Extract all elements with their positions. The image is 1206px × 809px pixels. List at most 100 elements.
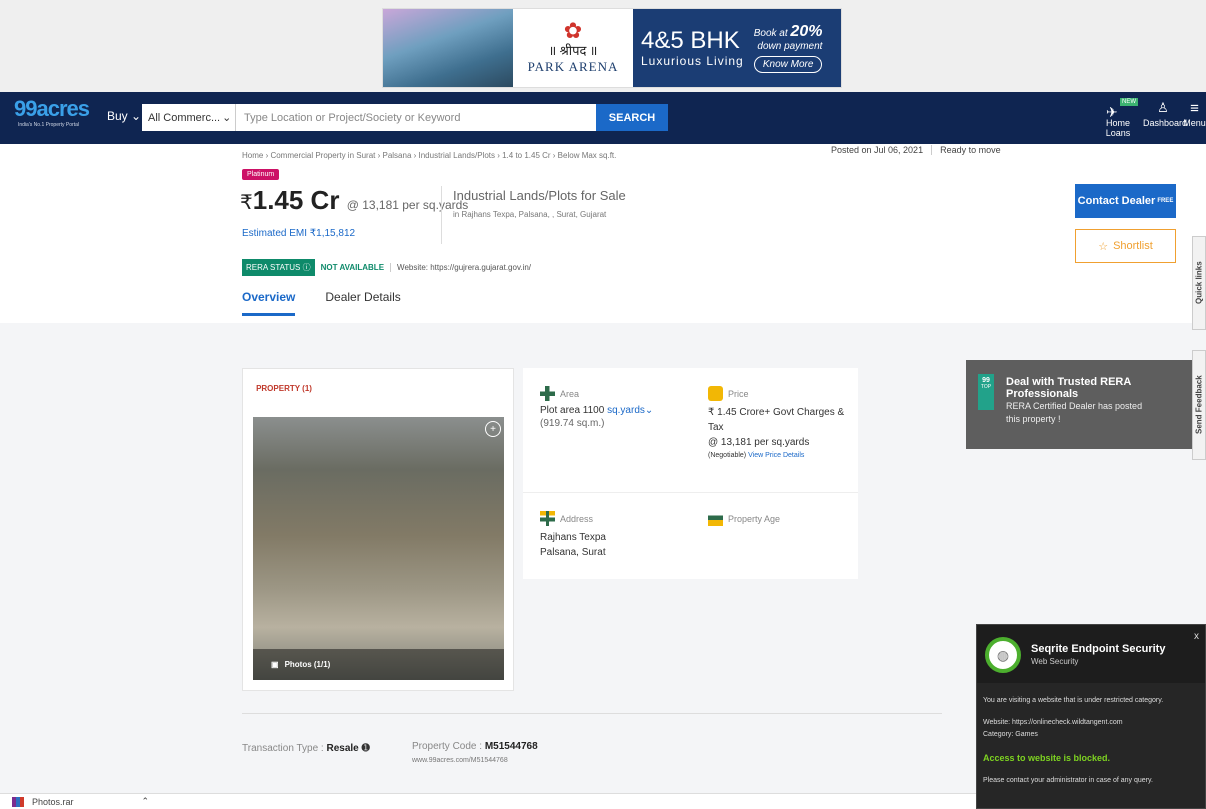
property-photo-tab[interactable]: PROPERTY (1) [249, 371, 319, 405]
ad-image [383, 9, 513, 87]
free-label: FREE [1157, 198, 1174, 204]
area-sqm: (919.74 sq.m.) [540, 418, 605, 429]
price-cell: Price ₹ 1.45 Crore+ Govt Charges & Tax @… [708, 386, 848, 459]
tab-dealer-details[interactable]: Dealer Details [325, 290, 400, 316]
area-cell: Area Plot area 1100 sq.yards⌄ (919.74 sq… [540, 386, 700, 429]
download-bar: Photos.rar ⌃ [0, 793, 976, 809]
chevron-up-icon[interactable]: ⌃ [142, 796, 150, 807]
seqrite-message: You are visiting a website that is under… [983, 697, 1164, 704]
buy-dropdown[interactable]: Buy ⌄ [107, 109, 141, 123]
category-label: All Commerc... [148, 111, 221, 124]
seqrite-title: Seqrite Endpoint Security [1031, 643, 1166, 655]
quick-links-tab[interactable]: Quick links [1192, 236, 1206, 330]
price-per-unit: @ 13,181 per sq.yards [346, 198, 469, 212]
emi-link[interactable]: Estimated EMI ₹1,15,812 [242, 228, 355, 239]
menu-button[interactable]: ≡ Menu [1183, 100, 1206, 128]
seqrite-popup: ◍ Seqrite Endpoint Security Web Security… [976, 624, 1206, 809]
search-button[interactable]: SEARCH [596, 104, 668, 131]
seqrite-website: Website: https://onlinecheck.wildtangent… [983, 719, 1123, 726]
details-divider [523, 492, 858, 493]
age-cell: Property Age [708, 511, 848, 526]
top-badge-sub: TOP [980, 384, 992, 390]
building-icon [708, 511, 723, 526]
seqrite-subtitle: Web Security [1031, 657, 1079, 666]
ad-project-name: PARK ARENA [527, 59, 619, 74]
property-location: in Rajhans Texpa, Palsana, , Surat, Guja… [453, 210, 607, 219]
photo-icon: ▣ [271, 660, 279, 669]
ad-down: down payment [757, 41, 823, 52]
area-icon [540, 386, 555, 401]
transaction-label: Transaction Type : [242, 743, 327, 754]
globe-icon: ◍ [985, 637, 1021, 673]
property-photo[interactable]: + ▣ Photos (1/1) [253, 417, 504, 680]
brand-tagline: India's No.1 Property Portal [18, 122, 79, 128]
breadcrumb[interactable]: Home › Commercial Property in Surat › Pa… [242, 151, 616, 160]
price-label: Price [708, 386, 848, 401]
ad-blue-panel: 4&5 BHK Luxurious Living Book at 20% down… [633, 9, 841, 87]
tab-overview[interactable]: Overview [242, 290, 296, 316]
shortlist-label: Shortlist [1113, 240, 1153, 252]
rera-status-tag[interactable]: RERA STATUS ⓘ [242, 259, 315, 276]
posted-info: Posted on Jul 06, 2021 Ready to move [831, 145, 1009, 155]
seqrite-category: Category: Games [983, 731, 1038, 738]
archive-file-icon [12, 796, 24, 807]
negotiable: (Negotiable) [708, 452, 747, 459]
info-icon: ⓘ [302, 263, 311, 272]
new-badge: NEW [1120, 98, 1138, 106]
ad-footprint-icon: ✿ [563, 18, 583, 43]
price-heading: ₹1.45 Cr @ 13,181 per sq.yards [240, 185, 468, 216]
brand-logo[interactable]: 99acres [14, 96, 90, 122]
posted-date: Posted on Jul 06, 2021 [831, 145, 924, 155]
address-line-1: Rajhans Texpa [540, 532, 606, 543]
shortlist-button[interactable]: ☆ Shortlist [1075, 229, 1176, 263]
zoom-in-icon[interactable]: + [485, 421, 501, 437]
address-label: Address [540, 511, 700, 526]
ad-offer: Book at 20% down payment [754, 23, 823, 52]
address-label-text: Address [560, 513, 594, 524]
price-per-detail: @ 13,181 per sq.yards [708, 437, 810, 448]
chevron-down-icon: ⌄ [131, 109, 142, 123]
rera-box-title: Deal with Trusted RERA Professionals [1006, 376, 1131, 400]
contact-dealer-button[interactable]: Contact Dealer FREE [1075, 184, 1176, 218]
area-value: Plot area 1100 [540, 405, 605, 416]
address-cell: Address Rajhans Texpa Palsana, Surat [540, 511, 700, 560]
home-loans-label: Home Loans [1105, 118, 1131, 138]
area-unit-dropdown[interactable]: sq.yards⌄ [607, 405, 653, 416]
dashboard-link[interactable]: ♙ Dashboard [1143, 100, 1188, 128]
category-select[interactable]: All Commerc... ⌄ [142, 104, 236, 131]
home-loans-link[interactable]: ✈ NEW Home Loans [1098, 98, 1138, 138]
ad-know-more-button[interactable]: Know More [753, 56, 823, 73]
ad-banner[interactable]: ✿ ॥ श्रीपद ॥ PARK ARENA 4&5 BHK Luxuriou… [382, 8, 842, 88]
ad-bhk: 4&5 BHK [641, 27, 740, 54]
photos-count: Photos (1/1) [284, 660, 331, 669]
chevron-down-icon: ⌄ [222, 112, 232, 124]
user-icon: ♙ [1157, 100, 1169, 115]
negotiable-row: (Negotiable) View Price Details [708, 452, 848, 459]
property-code-url: www.99acres.com/M51544768 [412, 757, 508, 764]
view-price-details-link[interactable]: View Price Details [748, 452, 804, 459]
hamburger-icon: ≡ [1190, 100, 1199, 117]
info-icon[interactable]: ➊ [362, 743, 370, 754]
price-tag-icon [708, 386, 723, 401]
dashboard-label: Dashboard [1143, 118, 1188, 128]
menu-label: Menu [1183, 118, 1206, 128]
area-unit: sq.yards [607, 405, 645, 416]
property-details-card: Area Plot area 1100 sq.yards⌄ (919.74 sq… [523, 368, 858, 579]
rera-professionals-box[interactable]: 99 TOP Deal with Trusted RERA Professiona… [966, 360, 1206, 449]
photos-bar[interactable]: ▣ Photos (1/1) [253, 649, 504, 680]
download-file-name[interactable]: Photos.rar [32, 797, 74, 807]
search-input[interactable] [236, 104, 596, 131]
top-badge: 99 TOP [978, 374, 994, 410]
rera-status-label: RERA STATUS [246, 263, 301, 272]
price-label-text: Price [728, 388, 749, 399]
ad-logo: ✿ ॥ श्रीपद ॥ PARK ARENA [513, 9, 633, 87]
buy-label: Buy [107, 109, 128, 123]
platinum-badge: Platinum [242, 169, 280, 180]
ad-pct: 20% [790, 23, 823, 40]
transaction-value: Resale [326, 743, 359, 754]
property-code-label: Property Code : [412, 741, 485, 752]
seqrite-blocked: Access to website is blocked. [983, 753, 1111, 763]
area-label-text: Area [560, 388, 580, 399]
send-feedback-tab[interactable]: Send Feedback [1192, 350, 1206, 460]
close-icon[interactable]: x [1194, 631, 1199, 642]
